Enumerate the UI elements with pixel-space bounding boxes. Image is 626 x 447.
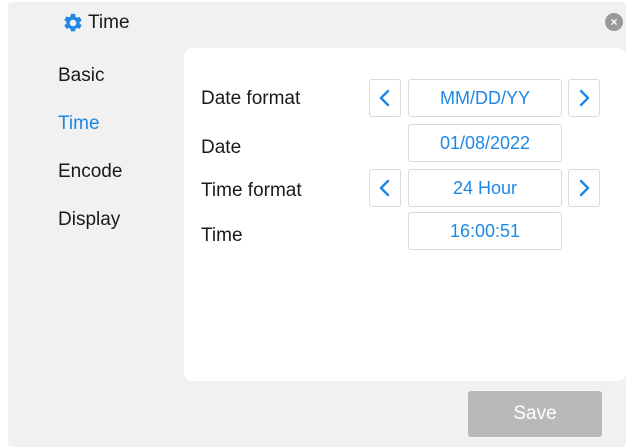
- time-format-value: 24 Hour: [408, 169, 562, 207]
- chevron-left-icon: [379, 89, 390, 107]
- sidebar-item-encode[interactable]: Encode: [58, 158, 122, 206]
- gear-icon: [62, 12, 84, 34]
- save-button[interactable]: Save: [468, 391, 602, 437]
- time-label: Time: [201, 225, 243, 246]
- date-field[interactable]: 01/08/2022: [408, 124, 562, 162]
- date-row: Date 01/08/2022: [184, 124, 626, 162]
- time-settings-panel: Date format MM/DD/YY Date 01/08/2022 Tim…: [184, 48, 626, 381]
- date-label: Date: [201, 137, 242, 158]
- date-format-row: Date format MM/DD/YY: [184, 79, 626, 117]
- time-format-label: Time format: [201, 180, 302, 201]
- time-field[interactable]: 16:00:51: [408, 212, 562, 250]
- chevron-left-icon: [379, 179, 390, 197]
- sidebar-item-basic[interactable]: Basic: [58, 62, 122, 110]
- time-settings-dialog: Time × Basic Time Encode Display Date fo…: [8, 2, 626, 447]
- time-row: Time 16:00:51: [184, 212, 626, 250]
- date-format-prev-button[interactable]: [369, 79, 401, 117]
- time-format-next-button[interactable]: [568, 169, 600, 207]
- sidebar-item-display[interactable]: Display: [58, 206, 122, 254]
- settings-sidebar: Basic Time Encode Display: [58, 62, 122, 254]
- close-icon[interactable]: ×: [605, 13, 623, 31]
- dialog-header: Time: [62, 12, 130, 34]
- chevron-right-icon: [579, 89, 590, 107]
- date-format-next-button[interactable]: [568, 79, 600, 117]
- time-format-prev-button[interactable]: [369, 169, 401, 207]
- sidebar-item-time[interactable]: Time: [58, 110, 122, 158]
- date-format-value: MM/DD/YY: [408, 79, 562, 117]
- date-format-label: Date format: [201, 88, 301, 109]
- chevron-right-icon: [579, 179, 590, 197]
- dialog-title: Time: [88, 12, 130, 33]
- time-format-row: Time format 24 Hour: [184, 169, 626, 207]
